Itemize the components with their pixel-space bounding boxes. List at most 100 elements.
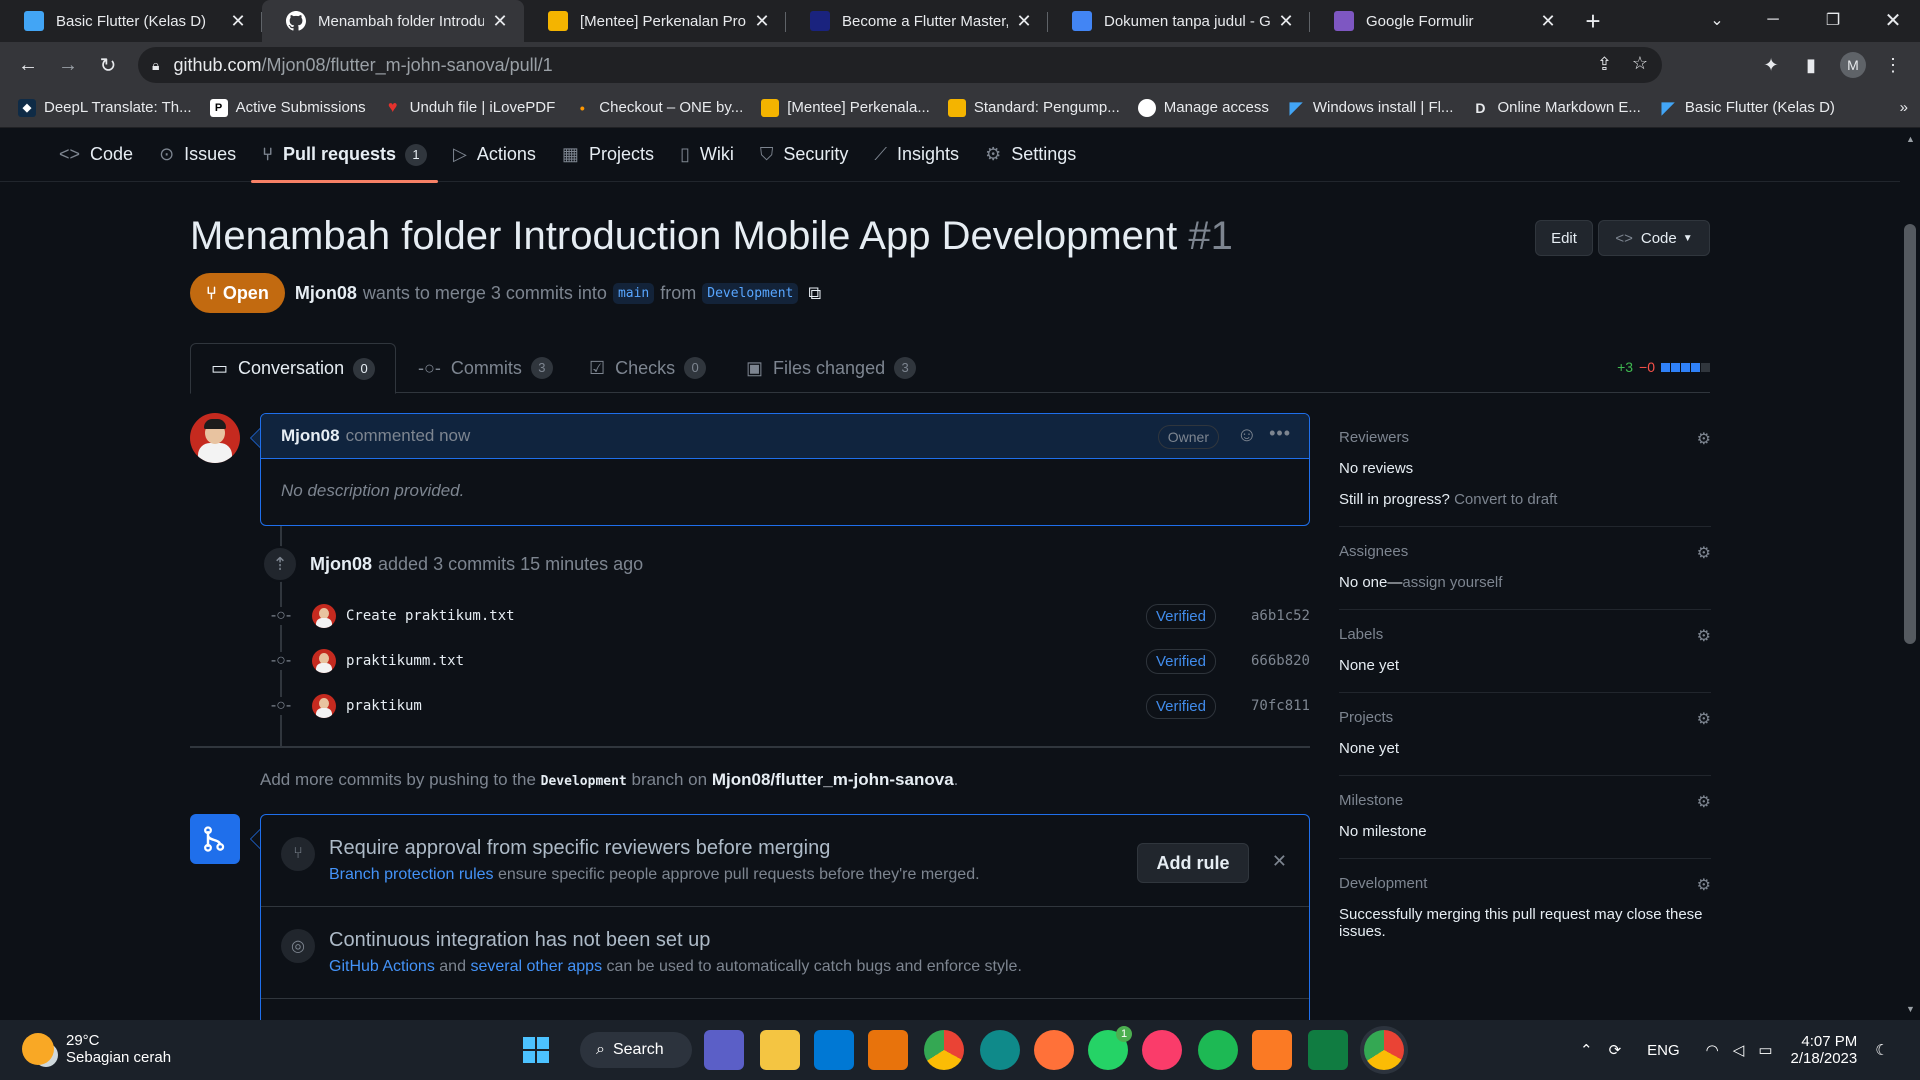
tab-actions[interactable]: ▷ Actions bbox=[442, 128, 547, 182]
bookmark[interactable]: ◆ DeepL Translate: Th... bbox=[18, 98, 192, 117]
gear-icon[interactable]: ⚙ bbox=[1697, 792, 1711, 812]
event-author[interactable]: Mjon08 bbox=[310, 554, 372, 575]
whatsapp-icon[interactable]: 1 bbox=[1088, 1026, 1132, 1070]
convert-to-draft-link[interactable]: Convert to draft bbox=[1454, 491, 1557, 508]
tab-code[interactable]: <> Code bbox=[48, 128, 144, 182]
add-rule-button[interactable]: Add rule bbox=[1137, 843, 1249, 883]
commit-sha[interactable]: a6b1c52 bbox=[1250, 608, 1310, 624]
tab-checks[interactable]: ☑ Checks 0 bbox=[569, 343, 726, 393]
bookmark[interactable]: P Active Submissions bbox=[209, 98, 366, 117]
commit-message[interactable]: praktikum bbox=[346, 698, 1146, 714]
browser-tab[interactable]: [Mentee] Perkenalan Progra ✕ bbox=[524, 0, 786, 42]
forward-icon[interactable]: → bbox=[48, 45, 88, 85]
teams-icon[interactable] bbox=[704, 1030, 744, 1070]
close-window-button[interactable]: ✕ bbox=[1866, 0, 1920, 40]
author-link[interactable]: Mjon08 bbox=[295, 283, 357, 304]
avatar[interactable] bbox=[312, 694, 336, 718]
star-icon[interactable]: ☆ bbox=[1632, 53, 1648, 74]
edge-icon[interactable] bbox=[980, 1030, 1020, 1070]
gear-icon[interactable]: ⚙ bbox=[1697, 709, 1711, 729]
search-button[interactable]: ⌕ Search bbox=[580, 1032, 692, 1068]
extensions-icon[interactable]: ✦ bbox=[1754, 48, 1788, 82]
browser-tab[interactable]: Google Formulir ✕ bbox=[1310, 0, 1572, 42]
bookmark[interactable]: Manage access bbox=[1137, 98, 1269, 117]
comment-time[interactable]: commented now bbox=[346, 426, 471, 446]
back-icon[interactable]: ← bbox=[8, 45, 48, 85]
dismiss-icon[interactable]: ✕ bbox=[1272, 851, 1287, 872]
bookmark[interactable]: Standard: Pengump... bbox=[947, 98, 1120, 117]
menu-icon[interactable]: ⋮ bbox=[1876, 48, 1910, 82]
bookmark[interactable]: • Checkout – ONE by... bbox=[573, 99, 743, 117]
notification-icon[interactable]: ☾ bbox=[1875, 1041, 1888, 1059]
language-indicator[interactable]: ENG bbox=[1647, 1042, 1680, 1059]
chrome-icon[interactable] bbox=[924, 1030, 964, 1070]
tab-conversation[interactable]: ▭ Conversation 0 bbox=[190, 343, 397, 394]
close-icon[interactable]: ✕ bbox=[752, 11, 772, 32]
head-branch[interactable]: Development bbox=[702, 282, 799, 304]
browser-tab[interactable]: Dokumen tanpa judul - Goo ✕ bbox=[1048, 0, 1310, 42]
tab-insights[interactable]: ⟋ Insights bbox=[863, 128, 970, 182]
wifi-icon[interactable]: ◠ bbox=[1706, 1041, 1719, 1059]
base-branch[interactable]: main bbox=[612, 282, 655, 304]
tab-wiki[interactable]: ▯ Wiki bbox=[669, 128, 745, 182]
tab-settings[interactable]: ⚙ Settings bbox=[974, 128, 1087, 182]
assign-yourself-link[interactable]: assign yourself bbox=[1402, 574, 1502, 591]
bookmark[interactable]: ♥ Unduh file | iLovePDF bbox=[384, 99, 555, 117]
code-dropdown-button[interactable]: <> Code ▼ bbox=[1598, 220, 1710, 256]
weather-widget[interactable]: 29°C Sebagian cerah bbox=[22, 1032, 171, 1066]
gear-icon[interactable]: ⚙ bbox=[1697, 626, 1711, 646]
repo-link[interactable]: Mjon08/flutter_m-john-sanova bbox=[712, 770, 954, 789]
commit-sha[interactable]: 70fc811 bbox=[1250, 698, 1310, 714]
chrome-active-icon[interactable] bbox=[1364, 1030, 1404, 1070]
tab-search-icon[interactable]: ⌄ bbox=[1690, 0, 1744, 40]
bookmark[interactable]: [Mentee] Perkenala... bbox=[761, 98, 930, 117]
battery-icon[interactable]: ▭ bbox=[1758, 1041, 1772, 1059]
bookmarks-more[interactable]: » bbox=[1900, 99, 1908, 116]
side-panel-icon[interactable]: ▮ bbox=[1794, 48, 1828, 82]
gear-icon[interactable]: ⚙ bbox=[1697, 875, 1711, 895]
store-icon[interactable] bbox=[814, 1030, 854, 1070]
tab-security[interactable]: ⛉ Security bbox=[749, 128, 860, 182]
profile-avatar[interactable]: M bbox=[1836, 48, 1870, 82]
avatar[interactable] bbox=[312, 649, 336, 673]
close-icon[interactable]: ✕ bbox=[1538, 11, 1558, 32]
excel-icon[interactable] bbox=[1308, 1030, 1348, 1070]
branch-protection-link[interactable]: Branch protection rules bbox=[329, 866, 494, 883]
itunes-icon[interactable] bbox=[1142, 1030, 1182, 1070]
tab-issues[interactable]: ⊙ Issues bbox=[148, 128, 247, 182]
verified-badge[interactable]: Verified bbox=[1145, 648, 1216, 674]
volume-icon[interactable]: ◁ bbox=[1733, 1041, 1745, 1059]
close-icon[interactable]: ✕ bbox=[490, 11, 510, 32]
address-bar[interactable]: 🔒︎ github.com/Mjon08/flutter_m-john-sano… bbox=[138, 47, 1662, 83]
sync-icon[interactable]: ⟳ bbox=[1609, 1041, 1622, 1059]
bookmark[interactable]: D Online Markdown E... bbox=[1471, 99, 1640, 117]
browser-tab-active[interactable]: Menambah folder Introduction ✕ bbox=[262, 0, 524, 42]
bookmark[interactable]: ◤ Windows install | Fl... bbox=[1287, 99, 1454, 117]
file-explorer-icon[interactable] bbox=[760, 1030, 800, 1070]
media-player-icon[interactable] bbox=[868, 1030, 908, 1070]
commit-message[interactable]: Create praktikum.txt bbox=[346, 608, 1146, 624]
clock[interactable]: 4:07 PM 2/18/2023 bbox=[1791, 1033, 1858, 1067]
gear-icon[interactable]: ⚙ bbox=[1697, 429, 1711, 449]
comment-author[interactable]: Mjon08 bbox=[281, 426, 340, 446]
other-apps-link[interactable]: several other apps bbox=[470, 958, 602, 975]
firefox-icon[interactable] bbox=[1034, 1030, 1074, 1070]
emoji-icon[interactable]: ☺ bbox=[1237, 424, 1257, 447]
restore-button[interactable]: ❐ bbox=[1806, 0, 1860, 40]
avatar[interactable] bbox=[312, 604, 336, 628]
commit-message[interactable]: praktikumm.txt bbox=[346, 653, 1146, 669]
xampp-icon[interactable] bbox=[1252, 1030, 1292, 1070]
spotify-icon[interactable] bbox=[1198, 1030, 1238, 1070]
chevron-up-icon[interactable]: ⌃ bbox=[1580, 1041, 1593, 1059]
github-actions-link[interactable]: GitHub Actions bbox=[329, 958, 435, 975]
new-tab-button[interactable]: + bbox=[1572, 0, 1614, 42]
share-icon[interactable]: ⇪ bbox=[1597, 54, 1612, 75]
minimize-button[interactable]: ─ bbox=[1746, 0, 1800, 40]
tab-commits[interactable]: -○- Commits 3 bbox=[398, 343, 573, 393]
close-icon[interactable]: ✕ bbox=[1014, 11, 1034, 32]
bookmark[interactable]: ◤ Basic Flutter (Kelas D) bbox=[1659, 99, 1835, 117]
close-icon[interactable]: ✕ bbox=[1276, 11, 1296, 32]
kebab-menu-icon[interactable]: ••• bbox=[1269, 423, 1291, 444]
tab-projects[interactable]: ▦ Projects bbox=[551, 128, 665, 182]
tab-files-changed[interactable]: ▣ Files changed 3 bbox=[726, 343, 936, 393]
